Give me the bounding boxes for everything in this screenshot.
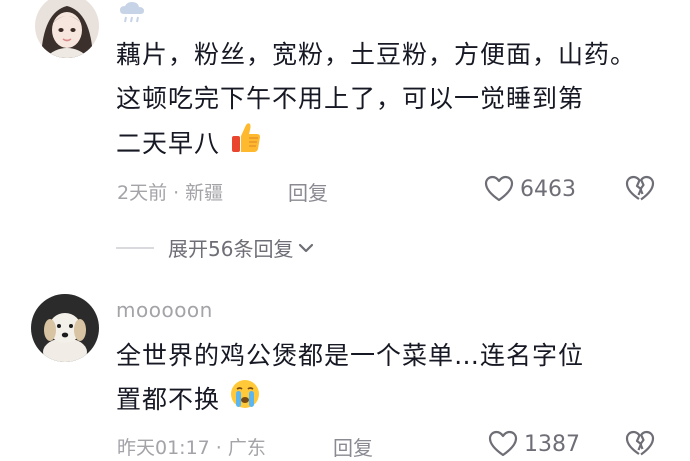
- comment-time: 昨天01:17: [117, 437, 210, 459]
- reply-button[interactable]: 回复: [333, 432, 373, 461]
- comment-text: 藕片，粉丝，宽粉，土豆粉，方便面，山药。 这顿吃完下午不用上了，可以一觉睡到第 …: [116, 33, 636, 169]
- comment-line: 这顿吃完下午不用上了，可以一觉睡到第: [116, 84, 585, 113]
- dislike-button[interactable]: [625, 175, 655, 203]
- comment-time: 2天前: [117, 182, 168, 204]
- broken-heart-icon: [625, 175, 655, 201]
- heart-icon: [484, 175, 514, 202]
- comment-line: 置都不换: [116, 385, 221, 414]
- reply-button[interactable]: 回复: [288, 177, 328, 206]
- chevron-down-icon: [299, 243, 314, 252]
- like-count: 6463: [520, 176, 576, 202]
- username[interactable]: mooooon: [116, 298, 213, 322]
- crying-face-icon: [229, 378, 261, 424]
- expand-replies-button[interactable]: 展开56条回复: [116, 233, 315, 262]
- avatar[interactable]: [35, 0, 99, 58]
- comment-line: 藕片，粉丝，宽粉，土豆粉，方便面，山药。: [116, 40, 637, 69]
- dislike-button[interactable]: [625, 430, 655, 458]
- comment-meta: 2天前 · 新疆: [117, 178, 223, 205]
- comment-meta: 昨天01:17 · 广东: [117, 433, 266, 460]
- avatar[interactable]: [31, 294, 99, 362]
- like-button[interactable]: 6463: [484, 175, 576, 203]
- comment-location: 新疆: [185, 182, 224, 204]
- rain-cloud-icon: [118, 2, 146, 28]
- comment-location: 广东: [227, 437, 266, 459]
- comment-line: 全世界的鸡公煲都是一个菜单…连名字位: [116, 341, 585, 370]
- thumbs-up-icon: [229, 121, 263, 169]
- expand-replies-label: 展开56条回复: [168, 237, 294, 261]
- broken-heart-icon: [625, 430, 655, 456]
- comment-text: 全世界的鸡公煲都是一个菜单…连名字位 置都不换: [116, 334, 584, 424]
- separator: ·: [215, 437, 222, 459]
- separator: ·: [173, 182, 180, 204]
- like-count: 1387: [524, 431, 580, 457]
- comment-line: 二天早八: [116, 129, 221, 158]
- heart-icon: [488, 430, 518, 457]
- divider: [116, 246, 154, 249]
- like-button[interactable]: 1387: [488, 430, 580, 458]
